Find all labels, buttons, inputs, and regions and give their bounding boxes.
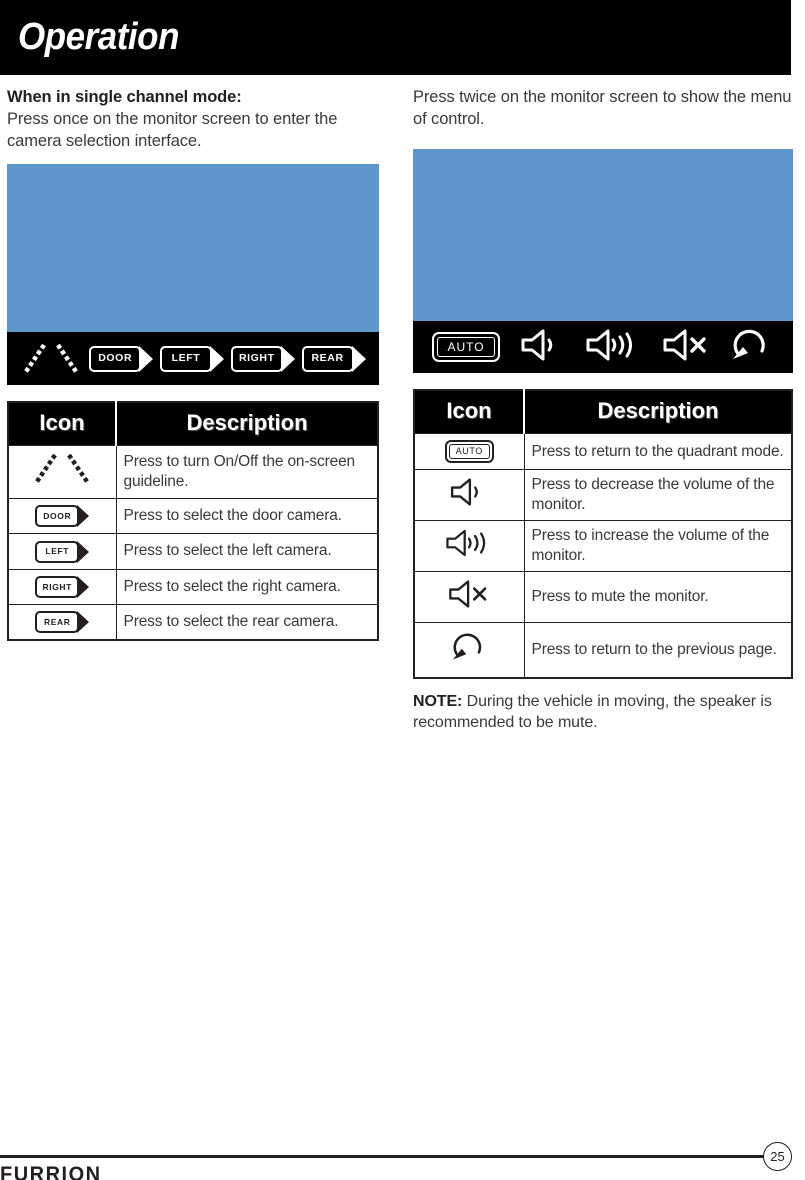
mute-icon-cell — [413, 571, 525, 623]
table-row: Press to decrease the volume of the moni… — [413, 469, 793, 521]
control-menu-toolbar: AUTO — [413, 321, 793, 373]
return-icon[interactable] — [729, 325, 773, 370]
right-camera-icon[interactable]: RIGHT — [230, 345, 295, 372]
volume-down-icon — [448, 476, 490, 514]
left-camera-icon-cell: LEFT — [7, 533, 117, 570]
guideline-icon-cell — [7, 445, 117, 499]
column-header-description: Description — [116, 402, 378, 446]
auto-button-icon[interactable]: AUTO — [432, 332, 500, 362]
door-camera-icon-cell: DOOR — [7, 497, 117, 535]
door-camera-icon[interactable]: DOOR — [89, 345, 154, 372]
left-camera-description: Press to select the left camera. — [115, 533, 379, 570]
left-camera-icon: LEFT — [35, 540, 90, 563]
page-number-badge: 25 — [763, 1142, 792, 1171]
auto-button-label: AUTO — [448, 444, 490, 459]
door-camera-icon: DOOR — [35, 505, 90, 528]
table-row: LEFT Press to select the left camera. — [7, 533, 379, 570]
door-camera-label: DOOR — [89, 345, 142, 372]
table-row: Press to turn On/Off the on-screen guide… — [7, 445, 379, 499]
table-row: Press to return to the previous page. — [413, 622, 793, 679]
camera-lens-shape — [77, 540, 90, 563]
monitor-screen-blue — [7, 164, 379, 332]
table-row: Press to increase the volume of the moni… — [413, 520, 793, 572]
rear-camera-icon: REAR — [35, 611, 90, 633]
left-camera-icon[interactable]: LEFT — [159, 345, 224, 372]
table-row: REAR Press to select the rear camera. — [7, 603, 379, 641]
return-icon — [449, 629, 489, 671]
rear-camera-label: REAR — [301, 345, 354, 372]
auto-button-label: AUTO — [437, 337, 495, 357]
table-header-row: Icon Description — [8, 402, 378, 446]
auto-button-description: Press to return to the quadrant mode. — [523, 433, 793, 470]
table-row: Press to mute the monitor. — [413, 571, 793, 623]
left-column: When in single channel mode: Press once … — [7, 86, 379, 641]
volume-down-description: Press to decrease the volume of the moni… — [523, 469, 793, 521]
camera-lens-shape — [77, 611, 90, 633]
column-header-icon: Icon — [8, 402, 117, 446]
brand-logo: FURRION — [0, 1163, 102, 1180]
rear-camera-icon-cell: REAR — [7, 603, 117, 641]
return-description: Press to return to the previous page. — [523, 622, 793, 679]
rear-camera-description: Press to select the rear camera. — [115, 603, 379, 641]
right-camera-icon-cell: RIGHT — [7, 568, 117, 605]
door-camera-description: Press to select the door camera. — [115, 497, 379, 535]
volume-down-icon-cell — [413, 469, 525, 521]
return-icon-cell — [413, 622, 525, 679]
right-camera-icon: RIGHT — [35, 575, 90, 598]
guideline-icon[interactable] — [20, 342, 82, 376]
note-block: NOTE: During the vehicle in moving, the … — [413, 691, 793, 733]
mute-icon[interactable] — [661, 327, 711, 368]
volume-up-icon-cell — [413, 520, 525, 572]
manual-page: Operation When in single channel mode: P… — [0, 0, 805, 1180]
auto-button-icon: AUTO — [444, 440, 494, 463]
right-icon-reference-table: Icon Description AUTO Press to return to… — [413, 389, 793, 679]
guideline-description: Press to turn On/Off the on-screen guide… — [115, 445, 379, 499]
table-row: DOOR Press to select the door camera. — [7, 497, 379, 535]
right-camera-label: RIGHT — [230, 345, 283, 372]
right-lead-text: Press twice on the monitor screen to sho… — [413, 88, 792, 128]
camera-lens-shape — [139, 345, 154, 372]
note-text: During the vehicle in moving, the speake… — [413, 693, 772, 731]
single-channel-screenshot: DOOR LEFT RIGHT REAR — [7, 164, 379, 385]
camera-lens-shape — [280, 345, 295, 372]
table-row: RIGHT Press to select the right camera. — [7, 568, 379, 605]
camera-lens-shape — [351, 345, 366, 372]
auto-button-icon-cell: AUTO — [413, 433, 525, 470]
monitor-screen-blue — [413, 149, 793, 321]
volume-up-icon[interactable] — [584, 327, 642, 368]
page-title: Operation — [18, 16, 179, 58]
mute-description: Press to mute the monitor. — [523, 571, 793, 623]
rear-camera-icon[interactable]: REAR — [301, 345, 366, 372]
right-column: Press twice on the monitor screen to sho… — [413, 86, 793, 733]
camera-lens-shape — [77, 505, 90, 528]
table-header-row: Icon Description — [414, 390, 792, 434]
mute-icon — [446, 578, 492, 616]
volume-down-icon[interactable] — [519, 327, 565, 368]
column-header-description: Description — [524, 390, 792, 434]
door-camera-label: DOOR — [35, 505, 80, 528]
right-camera-description: Press to select the right camera. — [115, 568, 379, 605]
volume-up-description: Press to increase the volume of the moni… — [523, 520, 793, 572]
camera-lens-shape — [77, 575, 90, 598]
left-lead-bold: When in single channel mode: — [7, 88, 242, 106]
camera-lens-shape — [209, 345, 224, 372]
table-row: AUTO Press to return to the quadrant mod… — [413, 433, 793, 470]
camera-selection-toolbar: DOOR LEFT RIGHT REAR — [7, 332, 379, 385]
volume-up-icon — [444, 527, 494, 565]
right-camera-label: RIGHT — [35, 575, 80, 598]
guideline-icon — [31, 452, 93, 486]
left-lead-text: Press once on the monitor screen to ente… — [7, 110, 338, 150]
note-label: NOTE: — [413, 693, 463, 710]
left-icon-reference-table: Icon Description Press to turn On/Off th… — [7, 401, 379, 641]
control-menu-screenshot: AUTO — [413, 149, 793, 373]
rear-camera-label: REAR — [35, 611, 80, 633]
left-camera-label: LEFT — [35, 540, 80, 563]
footer-divider — [0, 1155, 767, 1158]
column-header-icon: Icon — [414, 390, 525, 434]
left-camera-label: LEFT — [159, 345, 212, 372]
